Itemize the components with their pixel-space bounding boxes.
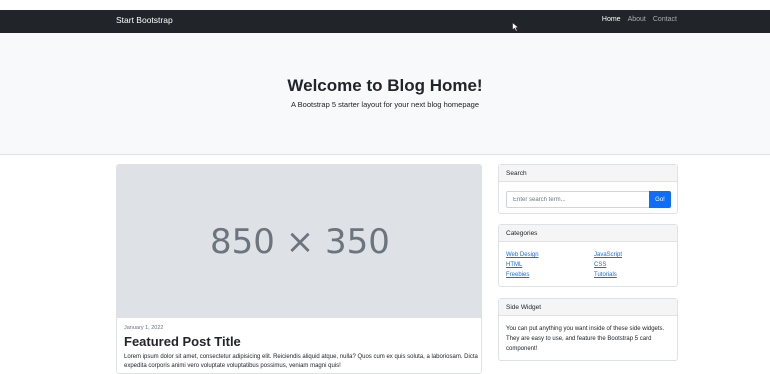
top-strip (0, 0, 770, 10)
search-go-button[interactable]: Go! (649, 191, 671, 208)
side-widget-card: Side Widget You can put anything you wan… (498, 298, 678, 361)
categories-card: Categories Web Design HTML Freebies Java… (498, 224, 678, 287)
navbar-brand[interactable]: Start Bootstrap (116, 15, 173, 25)
mouse-cursor-icon (512, 22, 520, 32)
category-link-javascript[interactable]: JavaScript (594, 252, 622, 258)
placeholder-dimensions: 850 × 350 (210, 221, 390, 262)
categories-card-header: Categories (499, 225, 677, 242)
side-widget-header: Side Widget (499, 299, 677, 316)
side-widget-text: You can put anything you want inside of … (506, 326, 665, 352)
post-title: Featured Post Title (124, 334, 241, 349)
post-excerpt: Lorem ipsum dolor sit amet, consectetur … (124, 354, 478, 369)
search-card-header: Search (499, 165, 677, 182)
nav-link-home[interactable]: Home (602, 16, 621, 23)
search-card: Search Go! (498, 164, 678, 214)
featured-post-card: 850 × 350 January 1, 2022 Featured Post … (116, 164, 482, 374)
nav-links: Home About Contact (602, 16, 677, 23)
category-link-html[interactable]: HTML (506, 262, 522, 268)
hero-title: Welcome to Blog Home! (287, 76, 483, 95)
category-link-tutorials[interactable]: Tutorials (594, 272, 617, 278)
navbar: Start Bootstrap Home About Contact (0, 10, 770, 33)
post-image-placeholder[interactable]: 850 × 350 (117, 165, 481, 318)
hero-lead: A Bootstrap 5 starter layout for your ne… (290, 100, 480, 109)
category-link-freebies[interactable]: Freebies (506, 272, 529, 278)
category-link-web-design[interactable]: Web Design (506, 252, 539, 258)
nav-link-about[interactable]: About (628, 16, 646, 23)
nav-link-contact[interactable]: Contact (653, 16, 677, 23)
search-input[interactable] (506, 191, 650, 208)
post-date: January 1, 2022 (124, 325, 164, 331)
hero-header: Welcome to Blog Home! A Bootstrap 5 star… (0, 33, 770, 155)
category-link-css[interactable]: CSS (594, 262, 606, 268)
